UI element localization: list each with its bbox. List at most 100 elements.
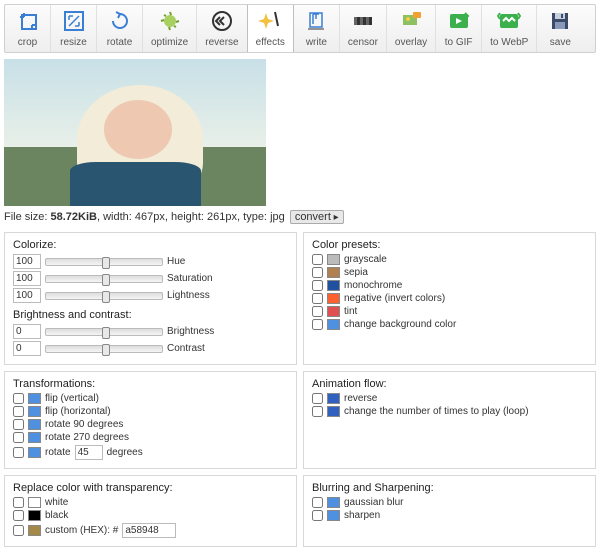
blur-label: sharpen: [344, 510, 380, 521]
tool-censor[interactable]: censor: [340, 5, 387, 52]
overlay-icon: [399, 9, 423, 33]
lightness-slider[interactable]: [45, 292, 163, 300]
replace-title: Replace color with transparency:: [13, 482, 288, 494]
swatch-icon: [28, 432, 41, 443]
swatch-icon: [28, 497, 41, 508]
swatch-icon: [327, 319, 340, 330]
tool-label: optimize: [151, 37, 188, 48]
swatch-icon: [28, 393, 41, 404]
replace-panel: Replace color with transparency: white bl…: [4, 475, 297, 547]
anim-check-1[interactable]: [312, 406, 323, 417]
swatch-icon: [327, 497, 340, 508]
preset-check-3[interactable]: [312, 293, 323, 304]
tool-to-webp[interactable]: to WebP: [482, 5, 537, 52]
preset-check-1[interactable]: [312, 267, 323, 278]
tool-reverse[interactable]: reverse: [197, 5, 247, 52]
tool-label: to WebP: [490, 37, 528, 48]
replace-check-1[interactable]: [13, 510, 24, 521]
contrast-label: Contrast: [167, 343, 205, 354]
file-meta: File size: 58.72KiB, width: 467px, heigh…: [4, 210, 596, 224]
preset-check-2[interactable]: [312, 280, 323, 291]
preset-label: grayscale: [344, 254, 387, 265]
hue-slider[interactable]: [45, 258, 163, 266]
tool-save[interactable]: save: [537, 5, 583, 52]
animation-panel: Animation flow: reversechange the number…: [303, 371, 596, 469]
custom-hex-check[interactable]: [13, 525, 24, 536]
blur-title: Blurring and Sharpening:: [312, 482, 587, 494]
crop-icon: [16, 9, 40, 33]
colorize-panel: Colorize: HueSaturationLightness Brightn…: [4, 232, 297, 365]
tool-rotate[interactable]: rotate: [97, 5, 143, 52]
resize-icon: [62, 9, 86, 33]
hex-input[interactable]: [122, 523, 176, 538]
blur-label: gaussian blur: [344, 497, 403, 508]
transform-check-3[interactable]: [13, 432, 24, 443]
blur-check-1[interactable]: [312, 510, 323, 521]
lightness-label: Lightness: [167, 290, 210, 301]
optimize-icon: [158, 9, 182, 33]
tool-effects[interactable]: effects: [247, 4, 294, 52]
anim-check-0[interactable]: [312, 393, 323, 404]
saturation-slider[interactable]: [45, 275, 163, 283]
transform-check-1[interactable]: [13, 406, 24, 417]
replace-check-0[interactable]: [13, 497, 24, 508]
tool-resize[interactable]: resize: [51, 5, 97, 52]
lightness-value[interactable]: [13, 288, 41, 303]
reverse-icon: [210, 9, 234, 33]
blur-check-0[interactable]: [312, 497, 323, 508]
swatch-icon: [28, 525, 41, 536]
preset-check-5[interactable]: [312, 319, 323, 330]
tool-write[interactable]: write: [294, 5, 340, 52]
saturation-value[interactable]: [13, 271, 41, 286]
tool-label: reverse: [205, 37, 238, 48]
contrast-value[interactable]: [13, 341, 41, 356]
transform-check-2[interactable]: [13, 419, 24, 430]
rotate-degrees-input[interactable]: [75, 445, 103, 460]
write-icon: [304, 9, 328, 33]
hue-label: Hue: [167, 256, 185, 267]
to-webp-icon: [497, 9, 521, 33]
effects-icon: [258, 9, 282, 33]
tool-crop[interactable]: crop: [5, 5, 51, 52]
swatch-icon: [327, 267, 340, 278]
blur-panel: Blurring and Sharpening: gaussian blur sh…: [303, 475, 596, 547]
swatch-icon: [327, 293, 340, 304]
tool-label: to GIF: [445, 37, 473, 48]
tool-label: resize: [60, 37, 87, 48]
convert-button[interactable]: convert ▸: [290, 210, 344, 224]
tool-to-gif[interactable]: to GIF: [436, 5, 482, 52]
brightness-value[interactable]: [13, 324, 41, 339]
preset-check-0[interactable]: [312, 254, 323, 265]
transforms-title: Transformations:: [13, 378, 288, 390]
preset-label: negative (invert colors): [344, 293, 445, 304]
tool-label: rotate: [107, 37, 133, 48]
swatch-icon: [28, 419, 41, 430]
tool-optimize[interactable]: optimize: [143, 5, 197, 52]
brightness-slider[interactable]: [45, 328, 163, 336]
swatch-icon: [28, 510, 41, 521]
save-icon: [548, 9, 572, 33]
replace-label: white: [45, 497, 68, 508]
tool-label: write: [306, 37, 327, 48]
rotate-custom-check[interactable]: [13, 447, 24, 458]
hue-value[interactable]: [13, 254, 41, 269]
swatch-icon: [327, 254, 340, 265]
tool-label: crop: [18, 37, 37, 48]
swatch-icon: [327, 306, 340, 317]
image-preview: [4, 59, 266, 206]
animation-title: Animation flow:: [312, 378, 587, 390]
swatch-icon: [327, 280, 340, 291]
contrast-slider[interactable]: [45, 345, 163, 353]
censor-icon: [351, 9, 375, 33]
replace-label: black: [45, 510, 68, 521]
preset-check-4[interactable]: [312, 306, 323, 317]
swatch-icon: [327, 393, 340, 404]
transform-label: flip (horizontal): [45, 406, 111, 417]
presets-panel: Color presets: grayscalesepiamonochromen…: [303, 232, 596, 365]
anim-label: reverse: [344, 393, 377, 404]
transform-check-0[interactable]: [13, 393, 24, 404]
tool-overlay[interactable]: overlay: [387, 5, 436, 52]
preset-label: tint: [344, 306, 357, 317]
transforms-panel: Transformations: flip (vertical)flip (ho…: [4, 371, 297, 469]
tool-label: overlay: [395, 37, 427, 48]
